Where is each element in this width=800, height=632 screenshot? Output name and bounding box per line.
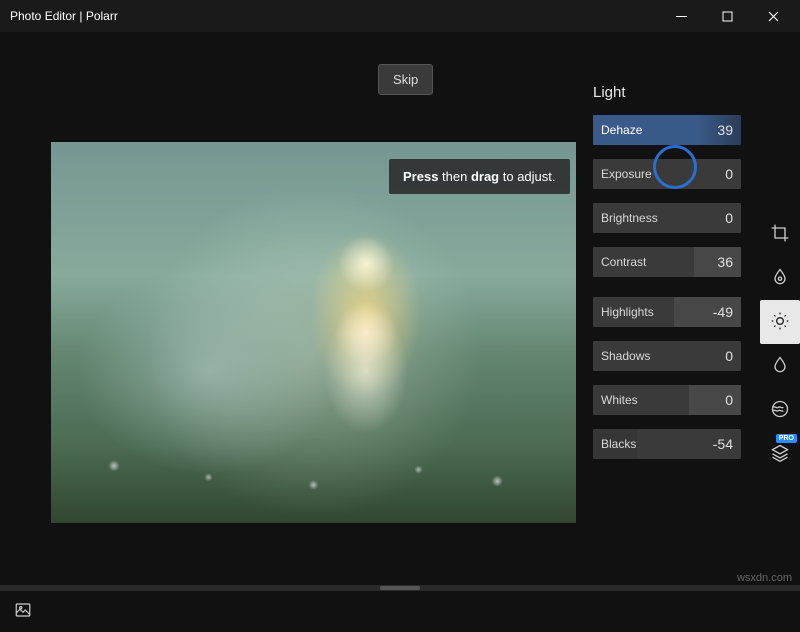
slider-highlights[interactable]: Highlights -49: [593, 297, 741, 327]
slider-value: 36: [717, 254, 733, 270]
slider-shadows[interactable]: Shadows 0: [593, 341, 741, 371]
slider-label: Dehaze: [593, 123, 642, 137]
wave-icon: [770, 399, 790, 422]
tool-strip: PRO: [760, 212, 800, 476]
texture-tool[interactable]: [760, 388, 800, 432]
color-tool[interactable]: [760, 256, 800, 300]
light-tool[interactable]: [760, 300, 800, 344]
slider-brightness[interactable]: Brightness 0: [593, 203, 741, 233]
slider-label: Blacks: [593, 437, 636, 451]
onboarding-tooltip: Press then drag to adjust.: [389, 159, 570, 194]
slider-label: Highlights: [593, 305, 654, 319]
editor-content: Skip Light Press then drag to adjust. De…: [0, 32, 800, 590]
window-title: Photo Editor | Polarr: [10, 9, 118, 23]
slider-label: Contrast: [593, 255, 646, 269]
slider-label: Exposure: [593, 167, 652, 181]
slider-value: 0: [725, 166, 733, 182]
photo-canvas[interactable]: [51, 142, 576, 523]
slider-value: -49: [713, 304, 733, 320]
crop-tool[interactable]: [760, 212, 800, 256]
slider-contrast[interactable]: Contrast 36: [593, 247, 741, 277]
slider-value: 0: [725, 392, 733, 408]
hint-circle-icon: [653, 145, 697, 189]
maximize-button[interactable]: [704, 0, 750, 32]
slider-value: 0: [725, 348, 733, 364]
slider-dehaze[interactable]: Dehaze 39: [593, 115, 741, 145]
slider-label: Brightness: [593, 211, 658, 225]
layers-icon: [770, 443, 790, 466]
slider-label: Shadows: [593, 349, 650, 363]
slider-value: -54: [713, 436, 733, 452]
tooltip-drag: drag: [471, 169, 499, 184]
slider-label: Whites: [593, 393, 638, 407]
slider-value: 39: [717, 122, 733, 138]
panel-title: Light: [593, 84, 626, 101]
slider-whites[interactable]: Whites 0: [593, 385, 741, 415]
pro-badge: PRO: [776, 434, 797, 443]
bottom-bar: [0, 590, 800, 632]
effects-tool[interactable]: [760, 344, 800, 388]
image-icon[interactable]: [14, 601, 32, 622]
watermark: wsxdn.com: [737, 572, 792, 584]
slider-value: 0: [725, 210, 733, 226]
drag-handle[interactable]: [380, 586, 420, 590]
close-button[interactable]: [750, 0, 796, 32]
water-icon: [770, 355, 790, 378]
minimize-button[interactable]: [658, 0, 704, 32]
slider-blacks[interactable]: Blacks -54: [593, 429, 741, 459]
sun-icon: [770, 311, 790, 334]
tooltip-press: Press: [403, 169, 438, 184]
titlebar: Photo Editor | Polarr: [0, 0, 800, 32]
droplet-icon: [770, 267, 790, 290]
skip-button[interactable]: Skip: [378, 64, 433, 95]
crop-icon: [770, 223, 790, 246]
